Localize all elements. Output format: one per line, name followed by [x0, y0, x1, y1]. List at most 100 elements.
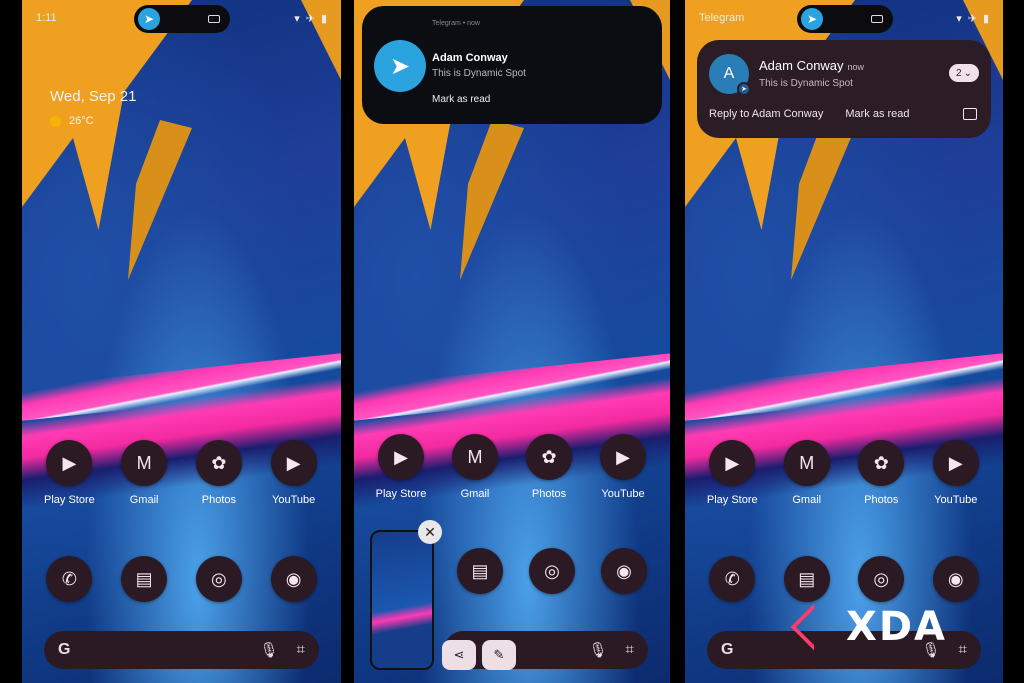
bubble-icon[interactable] [963, 108, 977, 120]
notification-title: Adam Conway now [759, 58, 865, 73]
messages-icon: ▤ [783, 556, 830, 602]
google-icon: G [58, 641, 71, 658]
gmail-icon: M [783, 440, 830, 486]
app-label: Photos [531, 488, 567, 500]
app-label: YouTube [934, 494, 978, 506]
app-gmail[interactable]: M Gmail [774, 440, 840, 506]
phone-screen-2: ➤ Telegram • now Adam Conway This is Dyn… [354, 0, 670, 683]
notification-meta: Telegram • now [432, 20, 480, 27]
dynamic-spot-pill[interactable]: ➤ [797, 5, 893, 33]
app-youtube[interactable]: ▶ YouTube [923, 440, 989, 506]
app-label: YouTube [601, 488, 645, 500]
dynamic-spot-pill[interactable]: ➤ [134, 5, 230, 33]
wallpaper-shard [460, 120, 524, 280]
app-label: Photos [864, 494, 899, 506]
messages-icon: ▤ [121, 556, 168, 602]
dock-row: ✆ ▤ ◎ ◉ [22, 556, 341, 602]
photos-icon: ✿ [526, 434, 572, 480]
app-row: ▶ Play Store M Gmail ✿ Photos ▶ YouTube [22, 440, 341, 506]
photos-icon: ✿ [858, 440, 905, 486]
wallpaper-streak [354, 353, 670, 421]
app-chrome[interactable]: ◎ [848, 556, 914, 602]
app-label: Play Store [44, 494, 95, 506]
dock-row: ✆ ▤ ◎ ◉ [685, 556, 1003, 602]
notification-time: now [847, 62, 865, 72]
app-chrome[interactable]: ◎ [519, 548, 585, 594]
notification-body: This is Dynamic Spot [432, 68, 526, 79]
chrome-icon: ◎ [529, 548, 575, 594]
app-play-store[interactable]: ▶ Play Store [36, 440, 102, 506]
app-youtube[interactable]: ▶ YouTube [590, 434, 656, 500]
notification-count-toggle[interactable]: 2 ⌄ [949, 64, 979, 82]
app-play-store[interactable]: ▶ Play Store [699, 440, 765, 506]
screen-icon [871, 15, 883, 23]
avatar: A ➤ [709, 54, 751, 96]
app-camera[interactable]: ◉ [923, 556, 989, 602]
app-camera[interactable]: ◉ [591, 548, 657, 594]
weather-temp: 26°C [69, 115, 94, 127]
battery-icon: ▮ [982, 12, 989, 25]
chrome-icon: ◎ [858, 556, 905, 602]
youtube-icon: ▶ [600, 434, 646, 480]
app-messages[interactable]: ▤ [111, 556, 177, 602]
app-camera[interactable]: ◉ [261, 556, 327, 602]
app-label: Play Store [706, 494, 758, 506]
app-youtube[interactable]: ▶ YouTube [261, 440, 327, 506]
mic-icon[interactable]: 🎙 [260, 641, 279, 659]
app-messages[interactable]: ▤ [774, 556, 840, 602]
phone-screen-1: 1:11 ▾ ✈ ▮ ➤ Wed, Sep 21 26°C ▶ Play Store … [22, 0, 341, 683]
airplane-icon: ✈ [305, 12, 315, 25]
telegram-icon: ➤ [138, 8, 160, 30]
mark-as-read-button[interactable]: Mark as read [432, 94, 490, 105]
share-icon[interactable]: ⋖ [442, 640, 476, 670]
mic-icon[interactable]: 🎙 [589, 641, 608, 659]
dynamic-spot-notification[interactable]: ➤ Telegram • now Adam Conway This is Dyn… [362, 6, 662, 124]
expanded-notification[interactable]: A ➤ Adam Conway now This is Dynamic Spot 2… [697, 40, 991, 138]
app-messages[interactable]: ▤ [447, 548, 513, 594]
app-play-store[interactable]: ▶ Play Store [368, 434, 434, 500]
telegram-badge-icon: ➤ [737, 82, 751, 96]
lens-icon[interactable]: ⌗ [959, 641, 967, 659]
gmail-icon: M [452, 434, 498, 480]
app-gmail[interactable]: M Gmail [111, 440, 177, 506]
xda-watermark: XDA [790, 603, 947, 651]
lens-icon[interactable]: ⌗ [297, 641, 305, 659]
reply-button[interactable]: Reply to Adam Conway [709, 108, 823, 120]
app-row: ▶ Play Store M Gmail ✿ Photos ▶ YouTube [685, 440, 1003, 506]
wallpaper-shard [128, 120, 192, 280]
lens-icon[interactable]: ⌗ [626, 641, 634, 659]
app-photos[interactable]: ✿ Photos [848, 440, 914, 506]
camera-icon: ◉ [270, 556, 317, 602]
close-icon[interactable]: ✕ [418, 520, 442, 544]
screenshot-thumbnail[interactable] [370, 530, 434, 670]
app-photos[interactable]: ✿ Photos [186, 440, 252, 506]
app-phone[interactable]: ✆ [699, 556, 765, 602]
mark-as-read-button[interactable]: Mark as read [845, 108, 909, 120]
weather-widget[interactable]: 26°C [50, 115, 94, 127]
play-store-icon: ▶ [378, 434, 424, 480]
telegram-icon: ➤ [801, 8, 823, 30]
app-gmail[interactable]: M Gmail [442, 434, 508, 500]
battery-icon: ▮ [320, 12, 327, 25]
phone-icon: ✆ [46, 556, 93, 602]
gmail-icon: M [121, 440, 168, 486]
wallpaper-shard [22, 0, 192, 230]
phone-icon: ✆ [709, 556, 756, 602]
app-label: Photos [201, 494, 236, 506]
google-icon: G [721, 641, 734, 658]
search-bar[interactable]: G 🎙 ⌗ [44, 631, 319, 669]
screen-icon [208, 15, 220, 23]
app-photos[interactable]: ✿ Photos [516, 434, 582, 500]
chevron-down-icon: ⌄ [963, 67, 972, 79]
date-widget[interactable]: Wed, Sep 21 [50, 88, 136, 105]
app-label: Gmail [460, 488, 490, 500]
app-chrome[interactable]: ◎ [186, 556, 252, 602]
app-phone[interactable]: ✆ [36, 556, 102, 602]
wallpaper-shard [791, 120, 855, 280]
notification-body: This is Dynamic Spot [759, 78, 853, 89]
status-app-name: Telegram [699, 12, 745, 24]
xda-logo-text: XDA [846, 604, 947, 650]
edit-icon[interactable]: ✎ [482, 640, 516, 670]
play-store-icon: ▶ [46, 440, 93, 486]
app-label: Gmail [129, 494, 159, 506]
